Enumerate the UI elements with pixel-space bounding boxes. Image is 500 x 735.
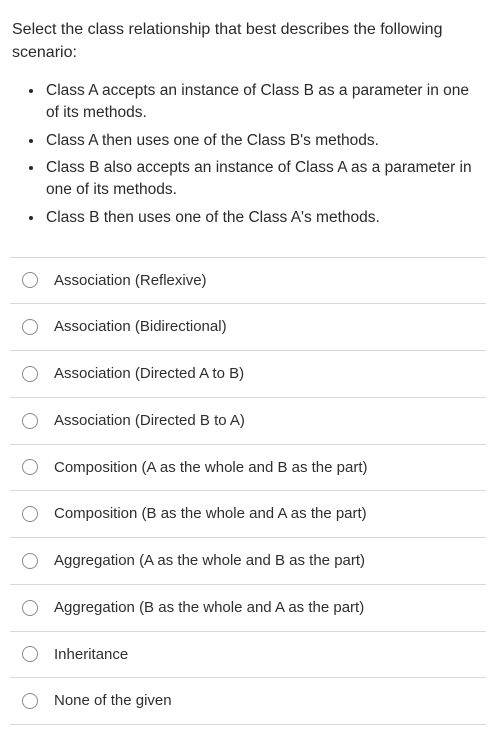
option-composition-b-whole[interactable]: Composition (B as the whole and A as the… [10,491,486,538]
option-label: Association (Directed B to A) [54,410,245,432]
scenario-item: Class B then uses one of the Class A's m… [44,207,486,229]
scenario-item: Class A then uses one of the Class B's m… [44,130,486,152]
radio-icon [22,553,38,569]
option-directed-a-b[interactable]: Association (Directed A to B) [10,351,486,398]
option-inheritance[interactable]: Inheritance [10,632,486,679]
radio-icon [22,366,38,382]
radio-icon [22,272,38,288]
option-composition-a-whole[interactable]: Composition (A as the whole and B as the… [10,445,486,492]
option-label: Composition (B as the whole and A as the… [54,503,367,525]
option-aggregation-b-whole[interactable]: Aggregation (B as the whole and A as the… [10,585,486,632]
radio-icon [22,646,38,662]
radio-icon [22,506,38,522]
option-label: None of the given [54,690,172,712]
option-label: Association (Bidirectional) [54,316,227,338]
option-label: Aggregation (A as the whole and B as the… [54,550,365,572]
scenario-list: Class A accepts an instance of Class B a… [10,80,486,228]
option-label: Composition (A as the whole and B as the… [54,457,368,479]
question-prompt: Select the class relationship that best … [10,18,486,64]
option-label: Inheritance [54,644,128,666]
option-aggregation-a-whole[interactable]: Aggregation (A as the whole and B as the… [10,538,486,585]
radio-icon [22,459,38,475]
option-directed-b-a[interactable]: Association (Directed B to A) [10,398,486,445]
radio-icon [22,319,38,335]
option-label: Association (Reflexive) [54,270,207,292]
option-label: Association (Directed A to B) [54,363,244,385]
option-label: Aggregation (B as the whole and A as the… [54,597,364,619]
option-reflexive[interactable]: Association (Reflexive) [10,258,486,305]
option-none[interactable]: None of the given [10,678,486,725]
radio-icon [22,600,38,616]
radio-icon [22,413,38,429]
scenario-item: Class A accepts an instance of Class B a… [44,80,486,123]
options-list: Association (Reflexive) Association (Bid… [10,257,486,726]
radio-icon [22,693,38,709]
scenario-item: Class B also accepts an instance of Clas… [44,157,486,200]
option-bidirectional[interactable]: Association (Bidirectional) [10,304,486,351]
